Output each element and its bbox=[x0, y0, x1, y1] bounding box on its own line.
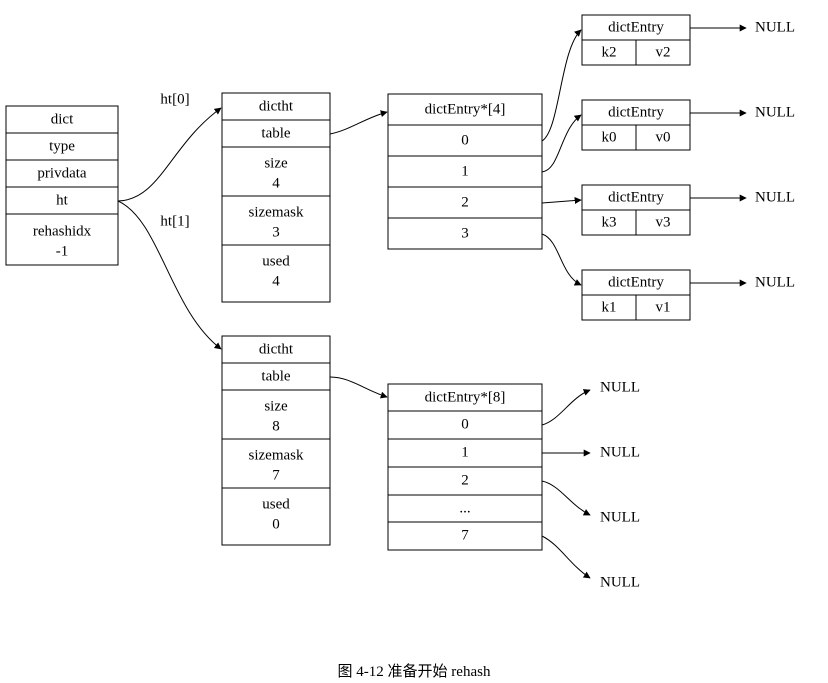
entry3-title: dictEntry bbox=[608, 274, 664, 290]
null-e3: NULL bbox=[755, 274, 795, 290]
dict-rehashidx-value: -1 bbox=[56, 243, 69, 259]
entry2-title: dictEntry bbox=[608, 189, 664, 205]
bucket0-title: dictEntry*[4] bbox=[425, 101, 506, 117]
dictht0-size-value: 4 bbox=[272, 175, 280, 191]
arrow-dict-ht0 bbox=[118, 108, 221, 201]
entry3-k: k1 bbox=[602, 299, 617, 315]
bucket0-struct: dictEntry*[4] 0 1 2 3 bbox=[388, 94, 542, 249]
arrow-b1-3 bbox=[542, 536, 590, 578]
null-b1-3: NULL bbox=[600, 574, 640, 590]
dict-struct: dict type privdata ht rehashidx -1 bbox=[6, 106, 118, 265]
dict-title: dict bbox=[51, 111, 74, 127]
null-b1-2: NULL bbox=[600, 509, 640, 525]
dictht1-table: table bbox=[261, 368, 290, 384]
entry1-v: v0 bbox=[656, 129, 671, 145]
dictht1-used-label: used bbox=[262, 496, 290, 512]
entry0-v: v2 bbox=[656, 44, 671, 60]
dictht1-struct: dictht table size 8 sizemask 7 used 0 bbox=[222, 336, 330, 545]
null-e1: NULL bbox=[755, 104, 795, 120]
dict-type: type bbox=[49, 138, 75, 154]
dictht1-sizemask-value: 7 bbox=[272, 467, 280, 483]
entry2: dictEntry k3 v3 bbox=[582, 185, 690, 235]
entry0-k: k2 bbox=[602, 44, 617, 60]
null-b1-0: NULL bbox=[600, 379, 640, 395]
dictht1-size-label: size bbox=[264, 398, 288, 414]
dictht0-used-label: used bbox=[262, 253, 290, 269]
arrow-slot0-2 bbox=[542, 200, 581, 203]
bucket0-slot2: 2 bbox=[461, 194, 469, 210]
bucket1-slot3: ... bbox=[459, 500, 470, 516]
dictht0-title: dictht bbox=[259, 98, 294, 114]
dictht1-used-value: 0 bbox=[272, 516, 280, 532]
entry1-k: k0 bbox=[602, 129, 617, 145]
arrow-slot0-0 bbox=[542, 30, 581, 141]
bucket0-slot1: 1 bbox=[461, 163, 469, 179]
dictht0-used-value: 4 bbox=[272, 273, 280, 289]
bucket1-slot2: 2 bbox=[461, 472, 469, 488]
dict-ht: ht bbox=[56, 192, 69, 208]
bucket1-struct: dictEntry*[8] 0 1 2 ... 7 bbox=[388, 384, 542, 550]
null-e2: NULL bbox=[755, 189, 795, 205]
bucket1-title: dictEntry*[8] bbox=[425, 389, 506, 405]
entry0: dictEntry k2 v2 bbox=[582, 15, 690, 65]
null-b1-1: NULL bbox=[600, 444, 640, 460]
dictht0-size-label: size bbox=[264, 155, 288, 171]
bucket1-slot4: 7 bbox=[461, 527, 469, 543]
arrow-table1-bucket1 bbox=[330, 377, 387, 397]
arrow-table0-bucket0 bbox=[330, 112, 387, 134]
entry2-k: k3 bbox=[602, 214, 617, 230]
dictht1-size-value: 8 bbox=[272, 418, 280, 434]
entry2-v: v3 bbox=[656, 214, 671, 230]
entry3-v: v1 bbox=[656, 299, 671, 315]
dictht1-sizemask-label: sizemask bbox=[249, 447, 304, 463]
dict-privdata: privdata bbox=[37, 165, 86, 181]
ht1-label: ht[1] bbox=[160, 213, 189, 229]
dictht0-struct: dictht table size 4 sizemask 3 used 4 bbox=[222, 93, 330, 302]
dictht0-sizemask-value: 3 bbox=[272, 224, 280, 240]
ht0-label: ht[0] bbox=[160, 91, 189, 107]
entry0-title: dictEntry bbox=[608, 19, 664, 35]
arrow-b1-2 bbox=[542, 481, 590, 515]
null-e0: NULL bbox=[755, 19, 795, 35]
bucket0-slot3: 3 bbox=[461, 225, 469, 241]
bucket1-slot0: 0 bbox=[461, 416, 469, 432]
dictht0-sizemask-label: sizemask bbox=[249, 204, 304, 220]
dictht0-table: table bbox=[261, 125, 290, 141]
dictht1-title: dictht bbox=[259, 341, 294, 357]
dict-rehashidx-label: rehashidx bbox=[33, 223, 92, 239]
arrow-b1-0 bbox=[542, 390, 590, 425]
arrow-slot0-3 bbox=[542, 234, 581, 285]
bucket1-slot1: 1 bbox=[461, 444, 469, 460]
entry1-title: dictEntry bbox=[608, 104, 664, 120]
bucket0-slot0: 0 bbox=[461, 132, 469, 148]
arrow-slot0-1 bbox=[542, 115, 581, 172]
entry3: dictEntry k1 v1 bbox=[582, 270, 690, 320]
entry1: dictEntry k0 v0 bbox=[582, 100, 690, 150]
diagram: dict type privdata ht rehashidx -1 dicth… bbox=[0, 0, 828, 650]
figure-caption: 图 4-12 准备开始 rehash bbox=[0, 660, 828, 681]
